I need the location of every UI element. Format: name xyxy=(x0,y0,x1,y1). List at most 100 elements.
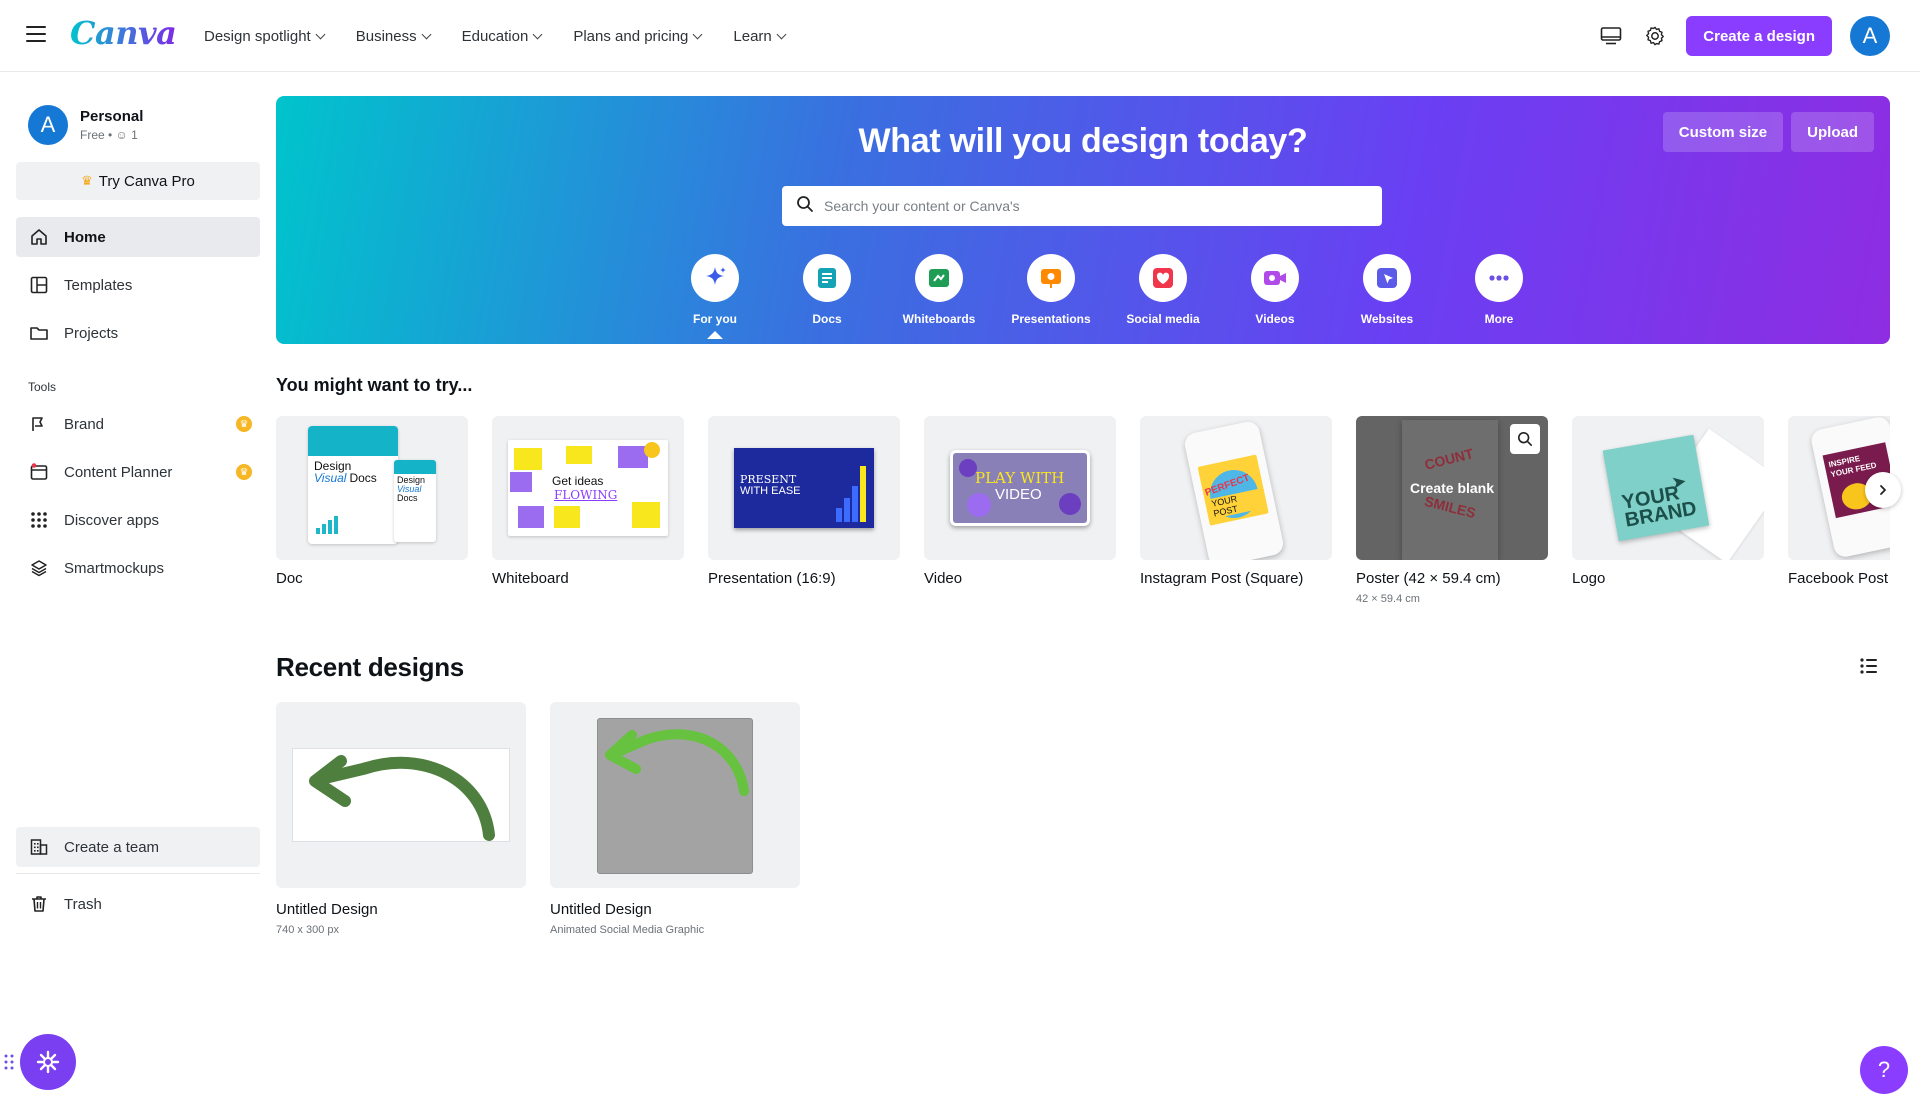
chevron-down-icon xyxy=(692,29,703,39)
sidebar-divider xyxy=(16,873,260,874)
try-card-name: Whiteboard xyxy=(492,570,569,587)
crown-icon: ♛ xyxy=(81,173,93,188)
search-icon xyxy=(796,195,814,218)
custom-size-button[interactable]: Custom size xyxy=(1662,112,1784,152)
whiteboard-thumb-text: Get ideas xyxy=(552,474,604,488)
left-sidebar: A Personal Free • ☺ 1 ♛ Try Canva Pro Ho… xyxy=(0,73,276,1108)
hero-actions: Custom size Upload xyxy=(1662,112,1874,152)
category-presentations[interactable]: Presentations xyxy=(995,254,1107,326)
user-avatar[interactable]: A xyxy=(1850,16,1890,56)
folder-icon xyxy=(28,322,50,344)
try-pro-label: Try Canva Pro xyxy=(98,172,195,190)
category-websites[interactable]: Websites xyxy=(1331,254,1443,326)
video-thumbnail: PLAY WITH VIDEO xyxy=(924,416,1116,560)
recent-design-card[interactable]: Untitled Design 740 x 300 px xyxy=(276,702,526,936)
try-card-video[interactable]: PLAY WITH VIDEO Video xyxy=(924,416,1116,587)
calendar-icon xyxy=(28,461,50,483)
recent-design-card[interactable]: Untitled Design Animated Social Media Gr… xyxy=(550,702,800,936)
layers-icon xyxy=(28,557,50,579)
try-card-logo[interactable]: YOUR BRAND ➤ Logo xyxy=(1572,416,1764,587)
upload-button[interactable]: Upload xyxy=(1791,112,1874,152)
sidebar-item-templates[interactable]: Templates xyxy=(16,265,260,305)
pro-crown-badge-icon: ♛ xyxy=(236,464,252,480)
help-button[interactable]: ? xyxy=(1860,1046,1908,1094)
nav-link-label: Business xyxy=(355,27,417,45)
pro-crown-badge-icon: ♛ xyxy=(236,416,252,432)
sidebar-item-label: Trash xyxy=(64,895,102,913)
nav-education[interactable]: Education xyxy=(446,28,558,45)
tools-heading: Tools xyxy=(28,380,57,394)
category-label: More xyxy=(1484,312,1514,326)
logo-thumbnail: YOUR BRAND ➤ xyxy=(1572,416,1764,560)
sidebar-item-label: Brand xyxy=(64,415,105,433)
chevron-down-icon xyxy=(315,29,326,39)
try-card-dimensions: 42 × 59.4 cm xyxy=(1356,593,1420,605)
settings-gear-icon[interactable] xyxy=(1642,23,1668,49)
search-bar[interactable] xyxy=(782,186,1382,226)
desktop-app-icon[interactable] xyxy=(1598,23,1624,49)
nav-link-label: Plans and pricing xyxy=(573,27,689,45)
docs-icon xyxy=(803,254,851,302)
category-label: Whiteboards xyxy=(902,312,976,326)
try-canva-pro-button[interactable]: ♛ Try Canva Pro xyxy=(16,162,260,200)
whiteboard-icon xyxy=(915,254,963,302)
category-more[interactable]: More xyxy=(1443,254,1555,326)
nav-link-label: Learn xyxy=(733,27,772,45)
try-card-instagram-post[interactable]: PERFECT YOUR POST Instagram Post (Square… xyxy=(1140,416,1332,587)
nav-learn[interactable]: Learn xyxy=(717,28,800,45)
video-thumb-text: VIDEO xyxy=(995,486,1042,503)
sidebar-item-label: Smartmockups xyxy=(64,559,165,577)
sidebar-item-home[interactable]: Home xyxy=(16,217,260,257)
account-plan: Free • ☺ 1 xyxy=(80,128,143,142)
sparkle-icon xyxy=(691,254,739,302)
recent-design-thumbnail xyxy=(550,702,800,888)
try-section-title: You might want to try... xyxy=(276,375,473,395)
account-switcher[interactable]: A Personal Free • ☺ 1 xyxy=(28,105,143,145)
sidebar-item-discover-apps[interactable]: Discover apps xyxy=(16,500,260,540)
category-for-you[interactable]: For you xyxy=(659,254,771,339)
category-label: Social media xyxy=(1126,312,1200,326)
create-blank-label[interactable]: Create blank xyxy=(1410,480,1494,496)
presentation-thumb-text: WITH EASE xyxy=(740,485,801,497)
create-team-button[interactable]: Create a team xyxy=(16,827,260,867)
video-thumb-text: PLAY WITH xyxy=(975,469,1065,487)
sidebar-item-content-planner[interactable]: Content Planner ♛ xyxy=(16,452,260,492)
carousel-next-chevron-icon[interactable] xyxy=(1865,472,1901,508)
category-label: Videos xyxy=(1255,312,1295,326)
more-dots-icon xyxy=(1475,254,1523,302)
try-card-poster[interactable]: COUNT SMILES Create blank Poster (42 × 5… xyxy=(1356,416,1548,605)
category-docs[interactable]: Docs xyxy=(771,254,883,326)
canva-logo[interactable]: Canva xyxy=(70,14,177,52)
whiteboard-thumbnail: Get ideas FLOWING xyxy=(492,416,684,560)
create-a-design-button[interactable]: Create a design xyxy=(1686,16,1832,56)
preview-magnifier-icon[interactable] xyxy=(1510,424,1540,454)
design-type-categories: For you Docs Whiteboards Presentations S… xyxy=(659,254,1555,339)
top-navigation-bar: Canva Design spotlight Business Educatio… xyxy=(0,0,1920,72)
try-card-presentation[interactable]: PRESENT WITH EASE Presentation (16:9) xyxy=(708,416,900,587)
nav-plans-pricing[interactable]: Plans and pricing xyxy=(557,28,717,45)
try-card-name: Video xyxy=(924,570,963,587)
poster-thumbnail: COUNT SMILES Create blank xyxy=(1356,416,1548,560)
magic-assistant-icon[interactable] xyxy=(20,1034,76,1090)
search-input[interactable] xyxy=(824,198,1364,214)
sidebar-item-trash[interactable]: Trash xyxy=(16,884,260,924)
nav-design-spotlight[interactable]: Design spotlight xyxy=(188,28,340,45)
list-view-icon[interactable] xyxy=(1859,656,1879,676)
drag-handle-icon[interactable] xyxy=(4,1053,14,1071)
try-card-whiteboard[interactable]: Get ideas FLOWING Whiteboard xyxy=(492,416,684,587)
brand-icon xyxy=(28,413,50,435)
top-right-actions: Create a design A xyxy=(1598,0,1890,72)
sidebar-item-projects[interactable]: Projects xyxy=(16,313,260,353)
sidebar-item-smartmockups[interactable]: Smartmockups xyxy=(16,548,260,588)
sidebar-item-brand[interactable]: Brand ♛ xyxy=(16,404,260,444)
member-count: 1 xyxy=(131,128,138,142)
try-card-doc[interactable]: Design Visual Docs Design Visual Docs Doc xyxy=(276,416,468,587)
nav-business[interactable]: Business xyxy=(340,28,446,45)
try-card-name: Poster (42 × 59.4 cm) xyxy=(1356,570,1501,587)
category-whiteboards[interactable]: Whiteboards xyxy=(883,254,995,326)
hamburger-menu-icon[interactable] xyxy=(26,26,46,42)
presentation-thumb-text: PRESENT xyxy=(740,473,797,486)
recent-design-name: Untitled Design xyxy=(550,901,652,918)
category-videos[interactable]: Videos xyxy=(1219,254,1331,326)
category-social-media[interactable]: Social media xyxy=(1107,254,1219,326)
